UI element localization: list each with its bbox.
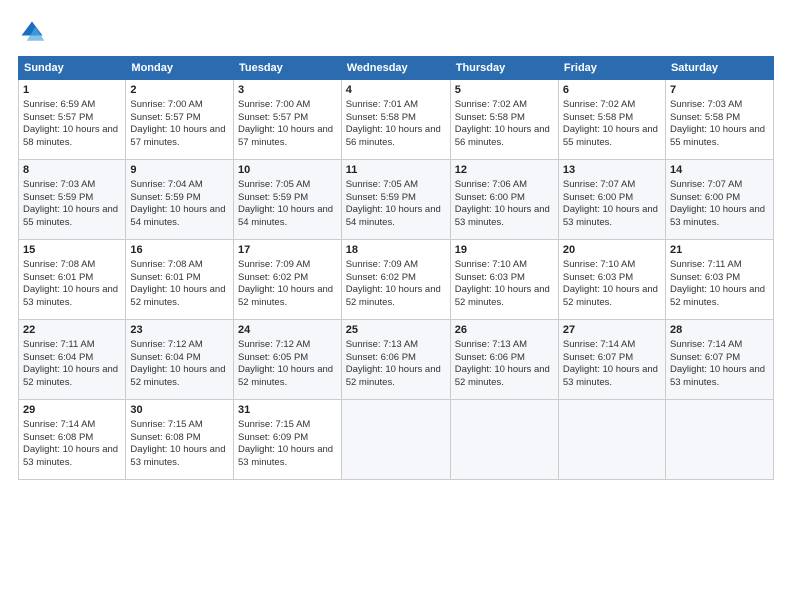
day-number: 20 bbox=[563, 243, 661, 258]
calendar-cell: 15Sunrise: 7:08 AMSunset: 6:01 PMDayligh… bbox=[19, 240, 126, 320]
day-number: 29 bbox=[23, 403, 121, 418]
calendar-header-thursday: Thursday bbox=[450, 57, 558, 80]
calendar-cell: 7Sunrise: 7:03 AMSunset: 5:58 PMDaylight… bbox=[665, 80, 773, 160]
calendar-cell: 22Sunrise: 7:11 AMSunset: 6:04 PMDayligh… bbox=[19, 320, 126, 400]
day-number: 6 bbox=[563, 83, 661, 98]
calendar-cell: 27Sunrise: 7:14 AMSunset: 6:07 PMDayligh… bbox=[558, 320, 665, 400]
day-number: 28 bbox=[670, 323, 769, 338]
calendar-cell: 19Sunrise: 7:10 AMSunset: 6:03 PMDayligh… bbox=[450, 240, 558, 320]
calendar-cell: 18Sunrise: 7:09 AMSunset: 6:02 PMDayligh… bbox=[341, 240, 450, 320]
calendar-header-friday: Friday bbox=[558, 57, 665, 80]
calendar-cell bbox=[558, 400, 665, 480]
day-number: 3 bbox=[238, 83, 337, 98]
day-number: 15 bbox=[23, 243, 121, 258]
calendar-cell bbox=[665, 400, 773, 480]
calendar-week-row: 22Sunrise: 7:11 AMSunset: 6:04 PMDayligh… bbox=[19, 320, 774, 400]
calendar-cell: 28Sunrise: 7:14 AMSunset: 6:07 PMDayligh… bbox=[665, 320, 773, 400]
calendar-cell: 13Sunrise: 7:07 AMSunset: 6:00 PMDayligh… bbox=[558, 160, 665, 240]
calendar-header-saturday: Saturday bbox=[665, 57, 773, 80]
day-number: 10 bbox=[238, 163, 337, 178]
day-number: 11 bbox=[346, 163, 446, 178]
day-number: 2 bbox=[130, 83, 229, 98]
calendar-cell: 14Sunrise: 7:07 AMSunset: 6:00 PMDayligh… bbox=[665, 160, 773, 240]
day-number: 9 bbox=[130, 163, 229, 178]
day-number: 14 bbox=[670, 163, 769, 178]
day-number: 5 bbox=[455, 83, 554, 98]
calendar-cell: 5Sunrise: 7:02 AMSunset: 5:58 PMDaylight… bbox=[450, 80, 558, 160]
logo-icon bbox=[18, 18, 46, 46]
calendar-week-row: 8Sunrise: 7:03 AMSunset: 5:59 PMDaylight… bbox=[19, 160, 774, 240]
calendar-header-tuesday: Tuesday bbox=[233, 57, 341, 80]
day-number: 24 bbox=[238, 323, 337, 338]
day-number: 16 bbox=[130, 243, 229, 258]
calendar-cell: 16Sunrise: 7:08 AMSunset: 6:01 PMDayligh… bbox=[126, 240, 234, 320]
calendar-cell: 24Sunrise: 7:12 AMSunset: 6:05 PMDayligh… bbox=[233, 320, 341, 400]
calendar-header-row: SundayMondayTuesdayWednesdayThursdayFrid… bbox=[19, 57, 774, 80]
day-number: 8 bbox=[23, 163, 121, 178]
calendar-cell: 30Sunrise: 7:15 AMSunset: 6:08 PMDayligh… bbox=[126, 400, 234, 480]
calendar-cell: 3Sunrise: 7:00 AMSunset: 5:57 PMDaylight… bbox=[233, 80, 341, 160]
calendar-cell: 29Sunrise: 7:14 AMSunset: 6:08 PMDayligh… bbox=[19, 400, 126, 480]
day-number: 30 bbox=[130, 403, 229, 418]
calendar-cell: 25Sunrise: 7:13 AMSunset: 6:06 PMDayligh… bbox=[341, 320, 450, 400]
logo bbox=[18, 18, 50, 46]
calendar-header-wednesday: Wednesday bbox=[341, 57, 450, 80]
day-number: 4 bbox=[346, 83, 446, 98]
day-number: 13 bbox=[563, 163, 661, 178]
calendar-cell: 8Sunrise: 7:03 AMSunset: 5:59 PMDaylight… bbox=[19, 160, 126, 240]
calendar-cell: 12Sunrise: 7:06 AMSunset: 6:00 PMDayligh… bbox=[450, 160, 558, 240]
calendar-table: SundayMondayTuesdayWednesdayThursdayFrid… bbox=[18, 56, 774, 480]
day-number: 22 bbox=[23, 323, 121, 338]
day-number: 17 bbox=[238, 243, 337, 258]
calendar-week-row: 15Sunrise: 7:08 AMSunset: 6:01 PMDayligh… bbox=[19, 240, 774, 320]
calendar-cell: 1Sunrise: 6:59 AMSunset: 5:57 PMDaylight… bbox=[19, 80, 126, 160]
header bbox=[18, 18, 774, 46]
day-number: 21 bbox=[670, 243, 769, 258]
calendar-cell: 20Sunrise: 7:10 AMSunset: 6:03 PMDayligh… bbox=[558, 240, 665, 320]
calendar-cell: 6Sunrise: 7:02 AMSunset: 5:58 PMDaylight… bbox=[558, 80, 665, 160]
day-number: 23 bbox=[130, 323, 229, 338]
calendar-cell: 21Sunrise: 7:11 AMSunset: 6:03 PMDayligh… bbox=[665, 240, 773, 320]
calendar-cell: 2Sunrise: 7:00 AMSunset: 5:57 PMDaylight… bbox=[126, 80, 234, 160]
page: SundayMondayTuesdayWednesdayThursdayFrid… bbox=[0, 0, 792, 612]
calendar-cell: 10Sunrise: 7:05 AMSunset: 5:59 PMDayligh… bbox=[233, 160, 341, 240]
calendar-week-row: 1Sunrise: 6:59 AMSunset: 5:57 PMDaylight… bbox=[19, 80, 774, 160]
calendar-cell: 23Sunrise: 7:12 AMSunset: 6:04 PMDayligh… bbox=[126, 320, 234, 400]
calendar-cell: 17Sunrise: 7:09 AMSunset: 6:02 PMDayligh… bbox=[233, 240, 341, 320]
calendar-cell: 11Sunrise: 7:05 AMSunset: 5:59 PMDayligh… bbox=[341, 160, 450, 240]
day-number: 27 bbox=[563, 323, 661, 338]
day-number: 31 bbox=[238, 403, 337, 418]
calendar-cell: 26Sunrise: 7:13 AMSunset: 6:06 PMDayligh… bbox=[450, 320, 558, 400]
day-number: 7 bbox=[670, 83, 769, 98]
day-number: 19 bbox=[455, 243, 554, 258]
calendar-header-monday: Monday bbox=[126, 57, 234, 80]
calendar-header-sunday: Sunday bbox=[19, 57, 126, 80]
calendar-cell: 4Sunrise: 7:01 AMSunset: 5:58 PMDaylight… bbox=[341, 80, 450, 160]
day-number: 25 bbox=[346, 323, 446, 338]
calendar-cell: 31Sunrise: 7:15 AMSunset: 6:09 PMDayligh… bbox=[233, 400, 341, 480]
calendar-cell bbox=[341, 400, 450, 480]
day-number: 18 bbox=[346, 243, 446, 258]
day-number: 1 bbox=[23, 83, 121, 98]
calendar-cell: 9Sunrise: 7:04 AMSunset: 5:59 PMDaylight… bbox=[126, 160, 234, 240]
day-number: 12 bbox=[455, 163, 554, 178]
day-number: 26 bbox=[455, 323, 554, 338]
calendar-cell bbox=[450, 400, 558, 480]
calendar-week-row: 29Sunrise: 7:14 AMSunset: 6:08 PMDayligh… bbox=[19, 400, 774, 480]
